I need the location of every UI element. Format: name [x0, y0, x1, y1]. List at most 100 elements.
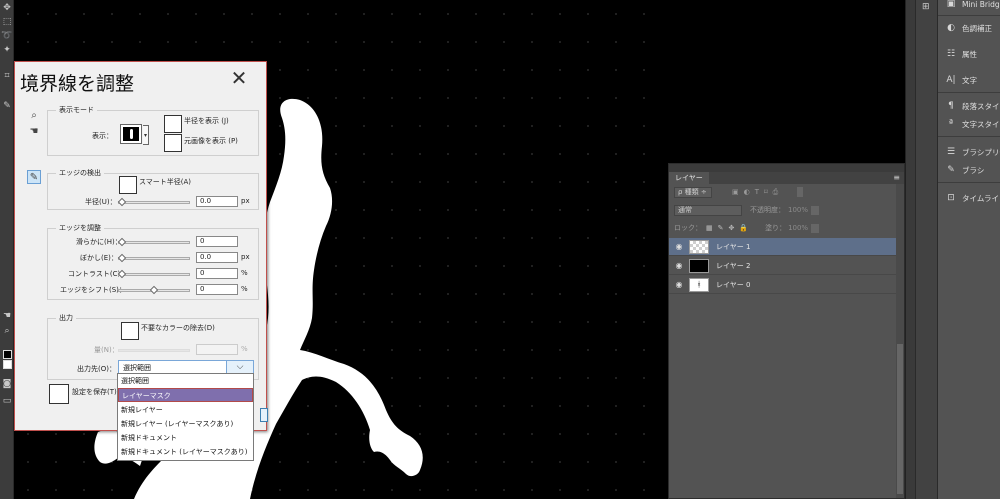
layers-scrollbar[interactable]	[896, 184, 904, 498]
remember-settings-label: 設定を保存(T)	[72, 388, 117, 396]
show-original-checkbox[interactable]	[164, 134, 182, 152]
feather-input[interactable]: 0.0	[196, 252, 238, 263]
adjust-edge-group: エッジを調整 滑らかに(H)： 0 ぼかし(E)： 0.0 px コントラスト(…	[47, 223, 259, 300]
smooth-input[interactable]: 0	[196, 236, 238, 247]
quick-select-tool-icon[interactable]: ✦	[1, 44, 13, 56]
dock-paragraph-styles[interactable]: ¶段落スタイル	[946, 98, 1000, 114]
hand-tool-icon[interactable]: ☚	[1, 310, 13, 322]
layer-row[interactable]: ◉ レイヤー 1	[669, 238, 896, 256]
layer-name: レイヤー 1	[716, 242, 751, 251]
foreground-color-swatch[interactable]	[3, 350, 12, 359]
eyedropper-tool-icon[interactable]: ✎	[1, 100, 13, 112]
shift-edge-label: エッジをシフト(S)：	[60, 286, 126, 294]
chevron-down-icon[interactable]: ⌵	[226, 361, 253, 373]
amount-unit: %	[241, 345, 248, 353]
ok-button[interactable]	[260, 408, 268, 422]
dock-adjustments[interactable]: ◐ 色調補正	[946, 20, 992, 36]
screen-mode-icon[interactable]: ▭	[1, 395, 13, 407]
feather-label: ぼかし(E)：	[80, 254, 118, 262]
show-radius-checkbox[interactable]	[164, 115, 182, 133]
layer-row[interactable]: ◉ レイヤー 2	[669, 257, 896, 275]
layer-name: レイヤー 0	[716, 280, 751, 289]
panel-history-icon[interactable]: ⊞	[922, 2, 930, 12]
smart-radius-label: スマート半径(A)	[139, 178, 192, 186]
feather-unit: px	[241, 253, 250, 261]
timeline-icon: ⊡	[947, 193, 955, 203]
dialog-title: 境界線を調整	[20, 73, 135, 95]
character-styles-icon: ª	[948, 119, 954, 129]
visibility-eye-icon[interactable]: ◉	[669, 280, 689, 289]
output-to-select[interactable]: 選択範囲 ⌵	[118, 360, 254, 374]
dock-character[interactable]: A| 文字	[946, 72, 977, 88]
layer-thumbnail: ᚼ	[689, 277, 709, 292]
edge-detection-group: エッジの検出 スマート半径(A) 半径(U)： 0.0 px	[47, 168, 259, 210]
dock-brush[interactable]: ✎ ブラシ	[946, 162, 984, 178]
layer-row[interactable]: ◉ ᚼ レイヤー 0	[669, 276, 896, 294]
output-to-label: 出力先(O)：	[77, 365, 116, 373]
output-to-dropdown: 選択範囲 レイヤーマスク 新規レイヤー 新規レイヤー (レイヤーマスクあり) 新…	[117, 373, 254, 461]
dock-properties[interactable]: ☷ 属性	[946, 46, 977, 62]
filter-toggle[interactable]	[797, 187, 804, 197]
dropdown-option[interactable]: 選択範囲	[118, 374, 253, 388]
radius-unit: px	[241, 197, 250, 205]
dropdown-option-highlighted[interactable]: レイヤーマスク	[118, 388, 253, 402]
dropdown-option[interactable]: 新規ドキュメント (レイヤーマスクあり)	[118, 445, 253, 459]
fill-dropdown-icon[interactable]	[811, 223, 820, 233]
dock-character-styles[interactable]: ª文字スタイル	[946, 116, 1000, 132]
smart-radius-checkbox[interactable]	[119, 176, 137, 194]
quick-mask-icon[interactable]: ◙	[1, 378, 13, 390]
layer-filter-select[interactable]: ρ 種類 ÷	[674, 186, 712, 198]
dock-brush-presets[interactable]: ☰ブラシプリセット	[946, 144, 1000, 160]
dock-icon-column: ⊞	[915, 0, 937, 499]
view-preview-select[interactable]: ▾	[120, 124, 149, 145]
contrast-slider[interactable]	[117, 269, 190, 279]
dock-timeline[interactable]: ⊡タイムライン	[946, 190, 1000, 206]
shift-edge-slider[interactable]	[118, 285, 190, 295]
visibility-eye-icon[interactable]: ◉	[669, 261, 689, 270]
remember-settings-checkbox[interactable]	[49, 384, 69, 404]
lasso-tool-icon[interactable]: ➰	[1, 30, 13, 42]
visibility-eye-icon[interactable]: ◉	[669, 242, 689, 251]
radius-label: 半径(U)：	[85, 198, 117, 206]
dropdown-option[interactable]: 新規レイヤー	[118, 403, 253, 417]
shift-edge-input[interactable]: 0	[196, 284, 238, 295]
opacity-dropdown-icon[interactable]	[811, 205, 820, 215]
lock-icons[interactable]: ▦✎✥🔒	[706, 224, 753, 232]
dock-mini-bridge[interactable]: ▣Mini Bridge	[946, 0, 1000, 12]
panel-menu-icon[interactable]: ≡	[893, 172, 900, 184]
smooth-slider[interactable]	[117, 237, 190, 247]
layers-panel-titlebar[interactable]	[669, 164, 904, 172]
photoshop-window: ✥ ⬚ ➰ ✦ ⌗ ✎ ☚ ⌕ ◙ ▭ レイヤー ≡ ρ 種類 ÷ ▣◐T⌑⎙ …	[0, 0, 1000, 499]
dock-collapse-strip[interactable]	[905, 0, 915, 499]
brush-icon: ✎	[947, 165, 955, 175]
layer-thumbnail	[689, 239, 709, 254]
edge-detection-title: エッジの検出	[56, 168, 104, 178]
radius-slider[interactable]	[117, 197, 190, 207]
background-color-swatch[interactable]	[3, 360, 12, 369]
lock-label: ロック：	[674, 224, 702, 232]
properties-icon: ☷	[946, 49, 956, 59]
hand-tool-icon[interactable]: ☚	[27, 125, 41, 139]
layers-panel: レイヤー ≡ ρ 種類 ÷ ▣◐T⌑⎙ 通常 不透明度： 100% ロック： ▦…	[668, 163, 905, 499]
refine-radius-brush-icon[interactable]: ✎	[27, 170, 41, 184]
opacity-value[interactable]: 100%	[788, 206, 808, 214]
dropdown-option[interactable]: 新規レイヤー (レイヤーマスクあり)	[118, 417, 253, 431]
dropdown-option[interactable]: 新規ドキュメント	[118, 431, 253, 445]
adjustments-icon: ◐	[947, 23, 955, 33]
marquee-tool-icon[interactable]: ⬚	[1, 16, 13, 28]
crop-tool-icon[interactable]: ⌗	[1, 70, 13, 82]
panel-dock: ▣Mini Bridge ◐色調補正 ☷属性 A|文字 ¶段落スタイル ª文字ス…	[937, 0, 1000, 499]
decontaminate-checkbox[interactable]	[121, 322, 139, 340]
blend-mode-select[interactable]: 通常	[674, 204, 742, 216]
zoom-tool-icon[interactable]: ⌕	[1, 325, 13, 337]
radius-input[interactable]: 0.0	[196, 196, 238, 207]
contrast-input[interactable]: 0	[196, 268, 238, 279]
fill-value[interactable]: 100%	[788, 224, 808, 232]
smooth-label: 滑らかに(H)：	[76, 238, 122, 246]
close-button[interactable]: ✕	[228, 66, 250, 90]
feather-slider[interactable]	[117, 253, 190, 263]
filter-icons[interactable]: ▣◐T⌑⎙	[732, 188, 783, 197]
tab-layers[interactable]: レイヤー	[669, 172, 709, 184]
zoom-tool-icon[interactable]: ⌕	[27, 109, 41, 123]
move-tool-icon[interactable]: ✥	[1, 2, 13, 14]
